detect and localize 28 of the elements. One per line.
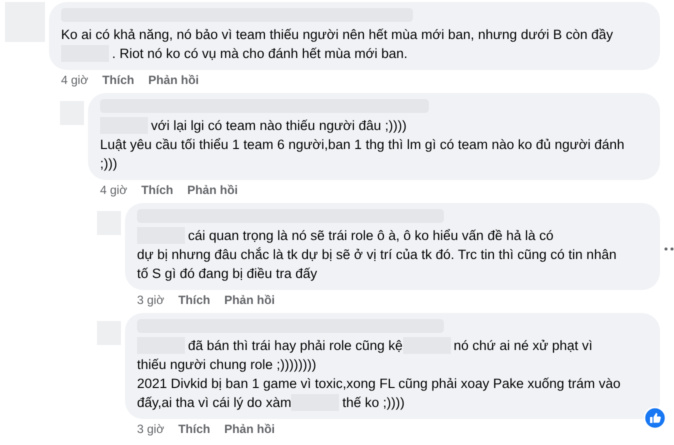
like-reaction-icon[interactable] [644,407,666,429]
comment-text: thiếu người chung role ;)))))))) [137,357,316,372]
like-link[interactable]: Thích [102,73,134,87]
comment-text: nó chứ ai né xử phạt vì [454,338,593,353]
reply-link[interactable]: Phản hồi [187,183,238,197]
more-icon[interactable] [664,247,674,251]
comment-time: 3 giờ [137,293,164,307]
comment-text: . Riot nó ko có vụ mà cho đánh hết mùa mới ban. [112,46,408,61]
like-link[interactable]: Thích [141,183,174,197]
reply-link[interactable]: Phản hồi [224,422,275,436]
comment-time: 4 giờ [61,73,88,87]
comment-text: tố S gì đó đang bị điều tra đấy [137,266,318,281]
like-link[interactable]: Thích [178,293,210,307]
like-link[interactable]: Thích [178,422,210,436]
reply-link[interactable]: Phản hồi [224,293,275,307]
comment-text: cái quan trọng là nó sẽ trái role ô à, ô ko hiểu vấn đề hả là có [188,228,554,243]
comment-time: 4 giờ [100,183,128,197]
comment-time: 3 giờ [137,422,164,436]
comment-text: dự bị nhưng đâu chắc là tk dự bị sẽ ở vị trí của tk đó. Trc tin thì cũng có tin nhân [137,247,616,262]
comment-text: với lại lgi có team nào thiếu người đâu ;)))) [151,118,407,133]
comment-text: ;))) [100,156,118,171]
comment-text: 2021 Divkid bị ban 1 game vì toxic,xong FL cũng phải xoay Pake xuống trám vào [137,376,621,391]
reply-link[interactable]: Phản hồi [148,73,199,87]
comment-text: thế ko ;)))) [342,395,405,410]
comment-text: Ko ai có khả năng, nó bảo vì team thiếu người nên hết mùa mới ban, nhưng dưới B còn đầy [61,27,614,42]
comment-text: đã bán thì trái hay phải role cũng kệ [188,338,403,353]
comment-text: đấy,ai tha vì cái lý do xàm [137,395,292,410]
comment-text: Luật yêu cầu tối thiểu 1 team 6 người,ban 1 thg thì lm gì có team nào ko đủ người đánh [100,137,624,152]
